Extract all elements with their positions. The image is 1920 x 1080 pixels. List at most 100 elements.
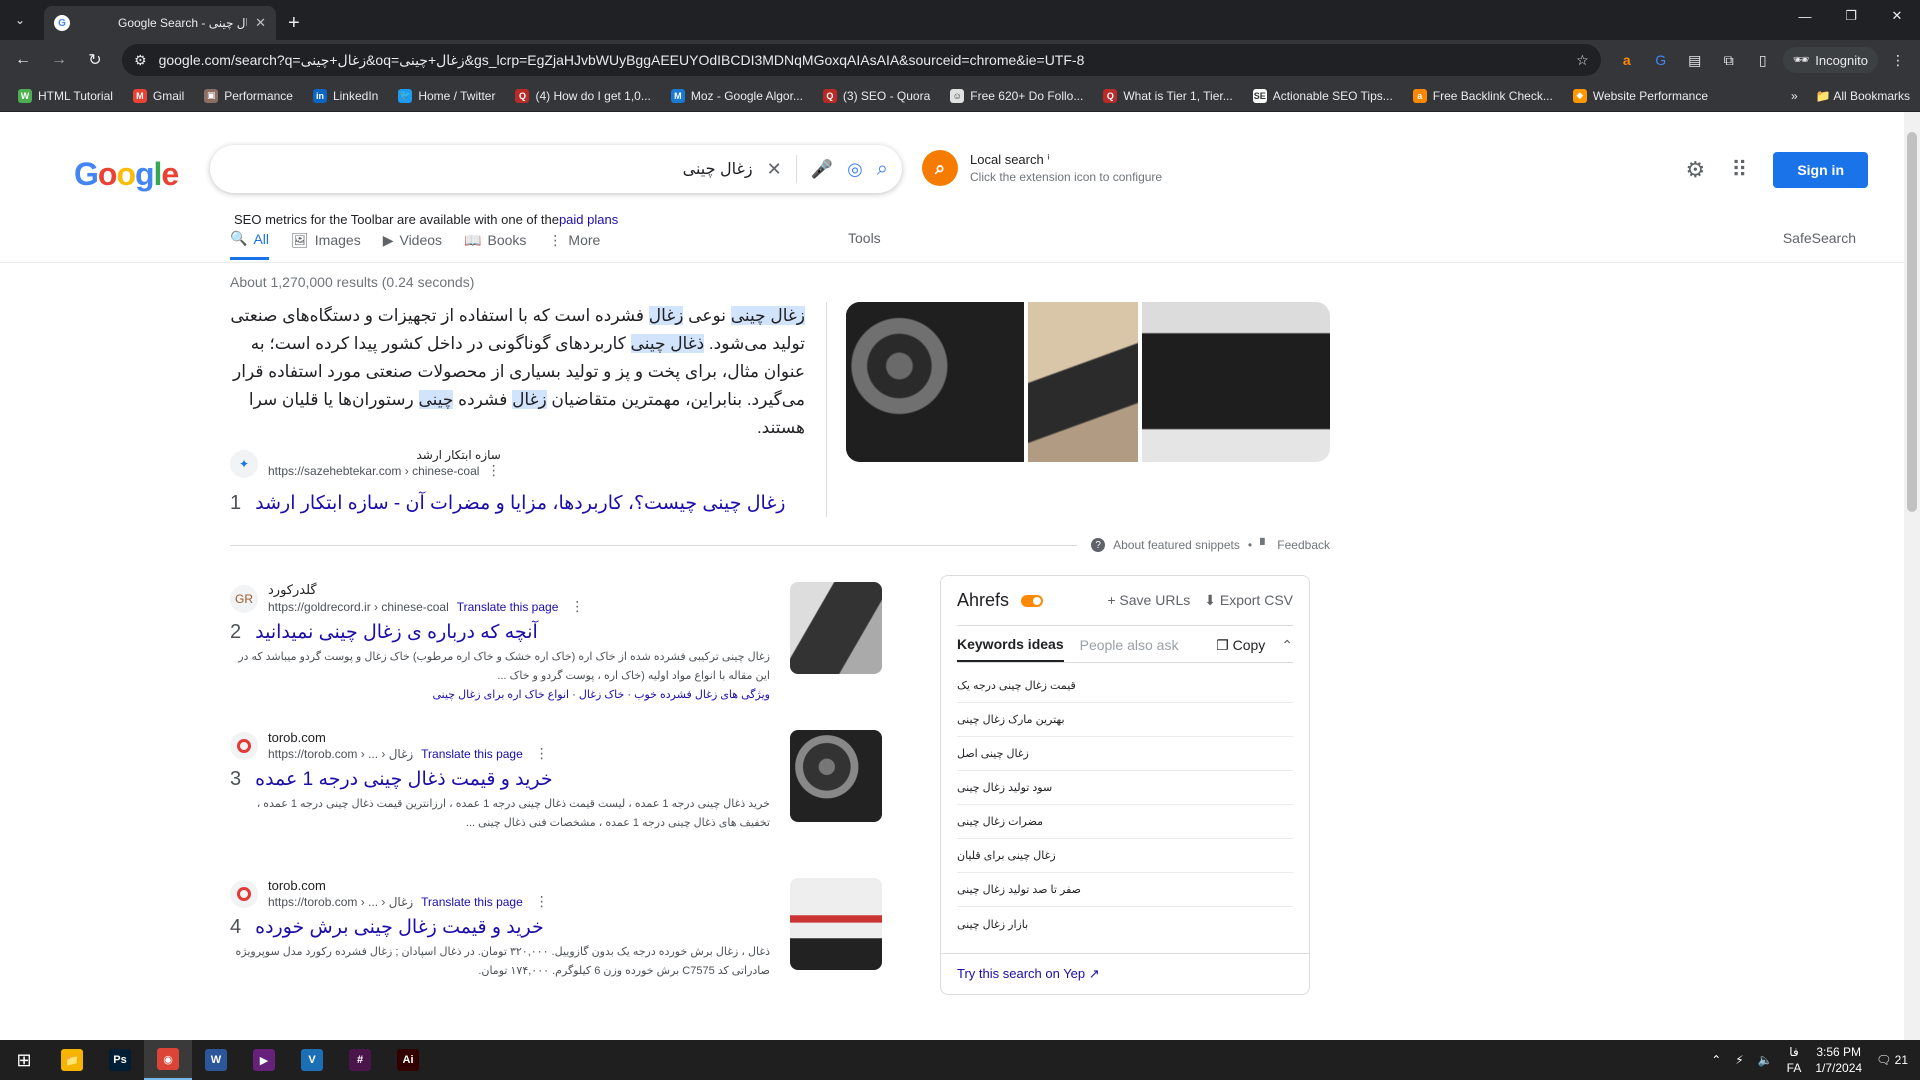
bookmark-star-icon[interactable]: ☆ — [1576, 52, 1589, 69]
extension-icon[interactable]: ▤ — [1681, 46, 1709, 74]
tab-videos[interactable]: ▶ Videos — [383, 230, 442, 260]
keyword-idea-item[interactable]: بازار زغال چینی — [957, 907, 1293, 941]
result-thumbnail[interactable] — [790, 730, 882, 822]
new-tab-button[interactable]: + — [288, 6, 300, 40]
tab-keywords-ideas[interactable]: Keywords ideas — [957, 636, 1064, 662]
bookmark-item[interactable]: M Moz - Google Algor... — [663, 85, 811, 107]
result-title-link[interactable]: خرید و قیمت ذغال چینی درجه 1 عمده — [255, 768, 553, 791]
feedback-link[interactable]: Feedback — [1277, 538, 1330, 552]
result-sublinks[interactable]: ویژگی های زغال فشرده خوب · خاک زغال · ان… — [230, 688, 770, 701]
save-urls-button[interactable]: + Save URLs — [1107, 592, 1190, 609]
chevron-up-icon[interactable]: ⌃ — [1281, 637, 1293, 662]
bookmark-item[interactable]: Q (4) How do I get 1,0... — [507, 85, 658, 107]
keyword-idea-item[interactable]: صفر تا صد تولید زغال چینی — [957, 873, 1293, 907]
bookmark-item[interactable]: Q What is Tier 1, Tier... — [1095, 85, 1240, 107]
chrome-app[interactable]: ◉ — [144, 1040, 192, 1080]
featured-title-link[interactable]: زغال چینی چیست؟، کاربردها، مزایا و مضرات… — [255, 492, 785, 515]
translate-extension-icon[interactable]: G — [1647, 46, 1675, 74]
search-submit-icon[interactable]: ⌕ — [877, 158, 888, 181]
bookmark-item[interactable]: 🐦 Home / Twitter — [390, 85, 503, 107]
scrollbar-thumb[interactable] — [1907, 132, 1917, 512]
keyword-idea-item[interactable]: بهترین مارک زغال چینی — [957, 703, 1293, 737]
voice-search-icon[interactable]: 🎤 — [811, 159, 833, 180]
about-snippets-link[interactable]: About featured snippets — [1113, 538, 1240, 552]
bookmark-item[interactable]: W HTML Tutorial — [10, 85, 121, 107]
keyword-idea-item[interactable]: سود تولید زغال چینی — [957, 771, 1293, 805]
copy-button[interactable]: ❐ Copy — [1216, 637, 1265, 662]
address-bar[interactable]: ⚙ google.com/search?q=زغال+چینی&oq=زغال+… — [122, 44, 1601, 76]
tab-people-also-ask[interactable]: People also ask — [1080, 637, 1179, 661]
file-explorer-app[interactable]: 📁 — [48, 1040, 96, 1080]
bookmark-item[interactable]: ☺ Free 620+ Do Follo... — [942, 85, 1091, 107]
bookmark-item[interactable]: ◆ Website Performance — [1565, 85, 1716, 107]
tab-all[interactable]: 🔍 All — [230, 230, 269, 260]
result-thumbnail[interactable] — [790, 582, 882, 674]
google-logo[interactable]: Google — [74, 156, 179, 193]
more-options-icon[interactable]: ⋮ — [487, 462, 501, 478]
incognito-badge[interactable]: 🕶 Incognito — [1782, 47, 1878, 73]
close-window-icon[interactable]: ✕ — [1874, 0, 1920, 32]
keyword-idea-item[interactable]: زغال چینی برای قلیان — [957, 839, 1293, 873]
featured-source[interactable]: ✦ سازه ابتکار ارشد https://sazehebtekar.… — [230, 448, 501, 479]
visual-studio-app[interactable]: ▶ — [240, 1040, 288, 1080]
snippet-image-2[interactable] — [1028, 302, 1138, 462]
keyword-idea-item[interactable]: قیمت زغال چینی درجه یک — [957, 669, 1293, 703]
back-button[interactable]: ← — [8, 45, 38, 75]
safesearch-button[interactable]: SafeSearch — [1783, 230, 1856, 246]
more-options-icon[interactable]: ⋮ — [570, 598, 584, 615]
snippet-image-1[interactable] — [846, 302, 1024, 462]
ahrefs-extension-icon[interactable]: a — [1613, 46, 1641, 74]
browser-tab[interactable]: G Google Search - زغال چینی ✕ — [44, 6, 276, 40]
snippet-image-3[interactable] — [1142, 302, 1330, 462]
result-thumbnail[interactable] — [790, 878, 882, 970]
keyword-idea-item[interactable]: زغال چینی اصل — [957, 737, 1293, 771]
forward-button[interactable]: → — [44, 45, 74, 75]
search-box[interactable]: ⌕ ◎ 🎤 ✕ زغال چینی — [210, 145, 902, 193]
tab-search-button[interactable]: ⌄ — [0, 0, 40, 40]
bookmark-item[interactable]: Q (3) SEO - Quora — [815, 85, 938, 107]
network-icon[interactable]: ⚡ — [1735, 1053, 1743, 1067]
page-scrollbar[interactable] — [1904, 112, 1920, 1040]
reload-button[interactable]: ↻ — [80, 45, 110, 75]
language-indicator[interactable]: فا FA — [1787, 1044, 1802, 1076]
more-options-icon[interactable]: ⋮ — [535, 745, 549, 762]
try-yep-link[interactable]: Try this search on Yep ↗ — [941, 953, 1309, 994]
word-app[interactable]: W — [192, 1040, 240, 1080]
search-input[interactable]: زغال چینی — [224, 159, 753, 179]
local-search-widget[interactable]: ⌕ Local search ⁱ Click the extension ico… — [922, 150, 1162, 186]
volume-icon[interactable]: 🔈 — [1758, 1053, 1773, 1067]
bookmark-item[interactable]: a Free Backlink Check... — [1405, 85, 1561, 107]
restore-icon[interactable]: ❐ — [1828, 0, 1874, 32]
google-apps-icon[interactable]: ⠿ — [1731, 157, 1747, 183]
bookmark-item[interactable]: SE Actionable SEO Tips... — [1245, 85, 1401, 107]
bookmark-item[interactable]: in LinkedIn — [305, 85, 386, 107]
tab-images[interactable]: 🖼 Images — [291, 230, 361, 260]
export-csv-button[interactable]: ⬇ Export CSV — [1204, 592, 1293, 609]
google-lens-icon[interactable]: ◎ — [847, 159, 863, 180]
more-options-icon[interactable]: ⋮ — [535, 893, 549, 910]
viber-app[interactable]: V — [288, 1040, 336, 1080]
keyword-idea-item[interactable]: مضرات زغال چینی — [957, 805, 1293, 839]
notifications-icon[interactable]: 🗨 21 — [1876, 1053, 1908, 1067]
chrome-menu-icon[interactable]: ⋮ — [1884, 46, 1912, 74]
chevron-right-icon[interactable]: » — [1791, 89, 1798, 103]
result-title-link[interactable]: خرید و قیمت زغال چینی برش خورده — [255, 916, 544, 939]
bookmark-item[interactable]: M Gmail — [125, 85, 192, 107]
translate-link[interactable]: Translate this page — [421, 895, 523, 909]
site-info-icon[interactable]: ⚙ — [134, 52, 147, 69]
windows-start-icon[interactable]: ⊞ — [0, 1040, 48, 1080]
slack-app[interactable]: # — [336, 1040, 384, 1080]
translate-link[interactable]: Translate this page — [421, 747, 523, 761]
sign-in-button[interactable]: Sign in — [1773, 152, 1868, 188]
all-bookmarks-button[interactable]: 📁 All Bookmarks — [1816, 89, 1910, 103]
illustrator-app[interactable]: Ai — [384, 1040, 432, 1080]
photoshop-app[interactable]: Ps — [96, 1040, 144, 1080]
side-panel-icon[interactable]: ▯ — [1749, 46, 1777, 74]
settings-gear-icon[interactable]: ⚙ — [1685, 157, 1705, 183]
bookmark-item[interactable]: ▣ Performance — [196, 85, 301, 107]
puzzle-extensions-icon[interactable]: ⧉ — [1715, 46, 1743, 74]
result-title-link[interactable]: آنچه که درباره ی زغال چینی نمیدانید — [255, 621, 538, 644]
paid-plans-link[interactable]: paid plans — [559, 212, 618, 227]
close-tab-icon[interactable]: ✕ — [255, 15, 266, 31]
clock[interactable]: 3:56 PM 1/7/2024 — [1815, 1044, 1862, 1076]
